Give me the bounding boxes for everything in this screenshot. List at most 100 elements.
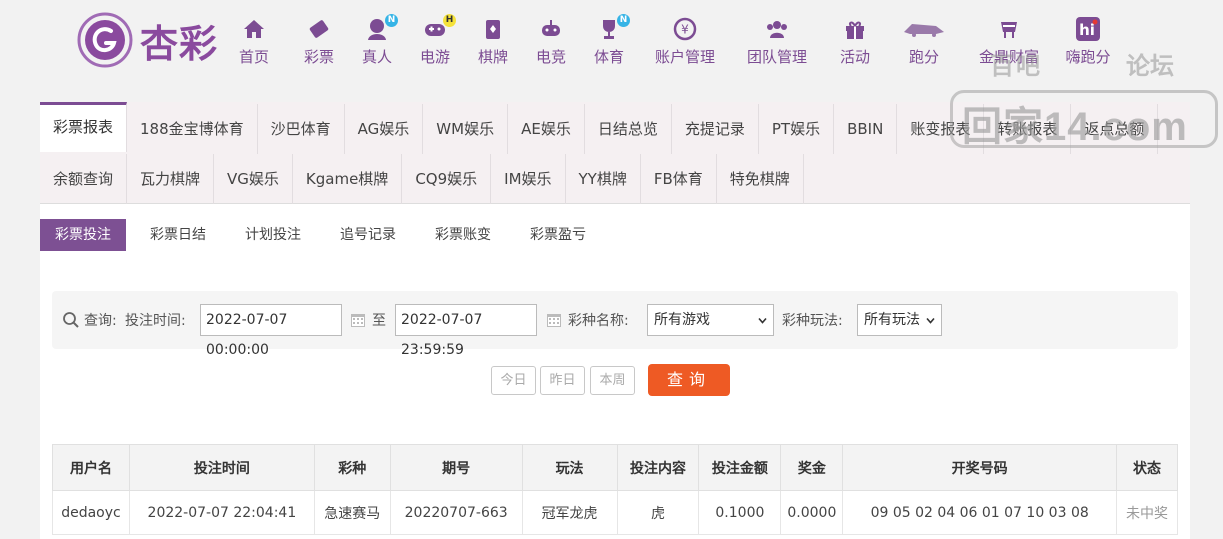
col-bet-time: 投注时间 xyxy=(128,444,315,491)
tab-188-sports[interactable]: 188金宝博体育 xyxy=(127,104,258,154)
tab-yy-chess[interactable]: YY棋牌 xyxy=(566,154,641,204)
table-row[interactable]: dedaoyc 2022-07-07 22:04:41 急速赛马 2022070… xyxy=(52,490,1178,535)
watermark-top-left: 百吧 xyxy=(990,52,1042,80)
ticket-icon xyxy=(306,16,332,42)
start-time-input[interactable]: 2022-07-07 00:00:00 xyxy=(200,304,342,358)
game-name-label: 彩种名称: xyxy=(568,313,629,329)
subtab-lottery-account-change[interactable]: 彩票账变 xyxy=(420,219,506,251)
tab-wali-chess[interactable]: 瓦力棋牌 xyxy=(127,154,215,204)
cell-lottery: 急速赛马 xyxy=(313,490,391,535)
hi-icon: hi xyxy=(1075,16,1101,42)
col-issue: 期号 xyxy=(389,444,523,491)
col-status: 状态 xyxy=(1116,444,1178,491)
tab-cq9[interactable]: CQ9娱乐 xyxy=(402,154,492,204)
cell-bet-time: 2022-07-07 22:04:41 xyxy=(128,490,315,535)
svg-text:hi: hi xyxy=(1079,21,1095,39)
racing-icon xyxy=(902,16,946,42)
tab-lottery-report[interactable]: 彩票报表 xyxy=(40,102,128,152)
this-week-button[interactable]: 本周 xyxy=(590,366,635,395)
subtab-lottery-bets[interactable]: 彩票投注 xyxy=(40,219,126,251)
new-badge: N xyxy=(385,14,398,27)
new-badge: N xyxy=(617,14,630,27)
subtab-lottery-daily[interactable]: 彩票日结 xyxy=(135,219,221,251)
esports-icon xyxy=(538,16,564,42)
table-header-row: 用户名 投注时间 彩种 期号 玩法 投注内容 投注金额 奖金 开奖号码 状态 xyxy=(52,444,1178,491)
home-icon xyxy=(241,16,267,42)
tab-wm[interactable]: WM娱乐 xyxy=(423,104,509,154)
col-draw-number: 开奖号码 xyxy=(842,444,1117,491)
chevron-down-icon xyxy=(758,317,767,324)
tab-ae[interactable]: AE娱乐 xyxy=(508,104,585,154)
col-username: 用户名 xyxy=(52,444,130,491)
svg-text:¥: ¥ xyxy=(681,23,689,37)
end-time-input[interactable]: 2022-07-07 23:59:59 xyxy=(395,304,537,358)
search-icon xyxy=(63,312,79,328)
coin-icon: ¥ xyxy=(672,16,698,42)
dealer-icon: N xyxy=(364,14,398,42)
to-label: 至 xyxy=(372,313,386,329)
cell-bet-content: 虎 xyxy=(616,490,700,535)
play-type-select[interactable]: 所有玩法 xyxy=(857,304,942,336)
cards-icon xyxy=(480,16,506,42)
search-panel: 查询: 投注时间: 2022-07-07 00:00:00 至 2022-07-… xyxy=(52,291,1178,358)
tab-balance[interactable]: 余额查询 xyxy=(40,154,128,204)
tab-bbin[interactable]: BBIN xyxy=(834,104,898,154)
nav-chess[interactable]: 棋牌 xyxy=(464,16,522,67)
tab-pt[interactable]: PT娱乐 xyxy=(759,104,835,154)
cell-username: dedaoyc xyxy=(52,490,130,535)
tab-kgame[interactable]: Kgame棋牌 xyxy=(293,154,403,204)
tab-daily-overview[interactable]: 日结总览 xyxy=(585,104,672,154)
cell-status: 未中奖 xyxy=(1116,490,1178,535)
site-watermark: 百吧 论坛 回家14.com xyxy=(950,46,1218,150)
calendar-icon[interactable] xyxy=(546,312,562,328)
logo-emblem-icon xyxy=(77,12,133,68)
logo-text: 杏彩 xyxy=(140,20,219,66)
nav-promotions[interactable]: 活动 xyxy=(826,16,884,67)
tab-row-2: 余额查询 瓦力棋牌 VG娱乐 Kgame棋牌 CQ9娱乐 IM娱乐 YY棋牌 F… xyxy=(40,154,804,204)
query-label: 查询: xyxy=(84,313,117,329)
tab-im[interactable]: IM娱乐 xyxy=(491,154,566,204)
nav-account[interactable]: ¥ 账户管理 xyxy=(644,16,726,67)
cell-prize: 0.0000 xyxy=(780,490,844,535)
cell-bet-amount: 0.1000 xyxy=(698,490,782,535)
tab-temian-chess[interactable]: 特免棋牌 xyxy=(717,154,804,204)
hot-badge: H xyxy=(443,14,456,27)
watermark-text: 回家14.com xyxy=(962,105,1188,149)
query-button[interactable]: 查询 xyxy=(648,364,730,396)
nav-home[interactable]: 首页 xyxy=(232,16,276,67)
main-panel: 彩票报表 188金宝博体育 沙巴体育 AG娱乐 WM娱乐 AE娱乐 日结总览 充… xyxy=(40,102,1190,539)
col-prize: 奖金 xyxy=(780,444,844,491)
subtab-plan-bets[interactable]: 计划投注 xyxy=(230,219,316,251)
subtab-lottery-profit[interactable]: 彩票盈亏 xyxy=(515,219,601,251)
trophy-icon: N xyxy=(596,14,630,42)
yesterday-button[interactable]: 昨日 xyxy=(540,366,585,395)
site-logo[interactable]: 杏彩 xyxy=(76,10,231,70)
watermark-top-right: 论坛 xyxy=(1126,52,1174,80)
cell-play: 冠军龙虎 xyxy=(521,490,618,535)
play-type-label: 彩种玩法: xyxy=(782,313,843,329)
bet-time-label: 投注时间: xyxy=(125,313,186,329)
col-lottery: 彩种 xyxy=(313,444,391,491)
bets-table: 用户名 投注时间 彩种 期号 玩法 投注内容 投注金额 奖金 开奖号码 状态 d… xyxy=(52,444,1178,535)
calendar-icon[interactable] xyxy=(350,312,366,328)
nav-live-casino[interactable]: N 真人 xyxy=(348,14,406,67)
tab-saba-sports[interactable]: 沙巴体育 xyxy=(258,104,345,154)
tab-vg[interactable]: VG娱乐 xyxy=(214,154,293,204)
nav-slots[interactable]: H 电游 xyxy=(406,14,464,67)
tab-fb-sports[interactable]: FB体育 xyxy=(641,154,717,204)
nav-sports[interactable]: N 体育 xyxy=(580,14,638,67)
nav-lottery[interactable]: 彩票 xyxy=(290,16,348,67)
nav-runscore[interactable]: 跑分 xyxy=(892,16,956,67)
nav-esports[interactable]: 电竞 xyxy=(522,16,580,67)
cell-draw-number: 09 05 02 04 06 01 07 10 03 08 xyxy=(842,490,1117,535)
tab-deposit-withdraw[interactable]: 充提记录 xyxy=(672,104,759,154)
tab-ag[interactable]: AG娱乐 xyxy=(345,104,424,154)
col-bet-amount: 投注金额 xyxy=(698,444,782,491)
ding-icon xyxy=(996,16,1022,42)
col-play: 玩法 xyxy=(521,444,618,491)
game-select[interactable]: 所有游戏 xyxy=(647,304,774,336)
chevron-down-icon xyxy=(926,317,935,324)
today-button[interactable]: 今日 xyxy=(491,366,536,395)
nav-team[interactable]: 团队管理 xyxy=(736,16,818,67)
subtab-chase-records[interactable]: 追号记录 xyxy=(325,219,411,251)
